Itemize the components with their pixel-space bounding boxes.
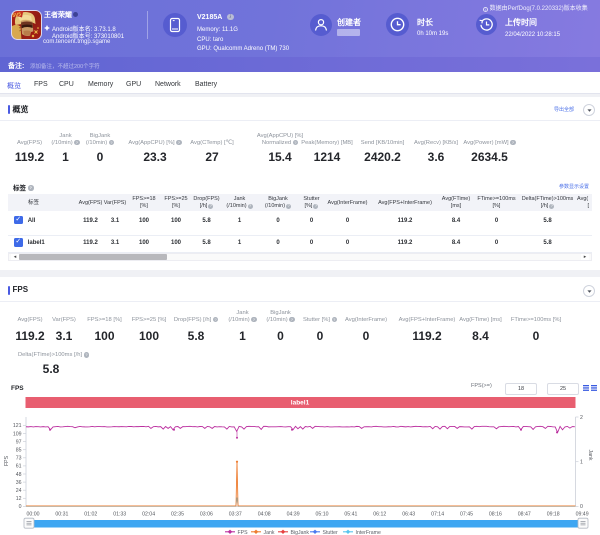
svg-text:03:06: 03:06 <box>200 512 213 518</box>
svg-text:02:04: 02:04 <box>142 512 155 518</box>
svg-text:121: 121 <box>13 423 22 429</box>
svg-text:0: 0 <box>580 504 583 510</box>
svg-text:0: 0 <box>19 504 22 510</box>
svg-text:00:00: 00:00 <box>27 512 40 518</box>
svg-text:12: 12 <box>16 496 22 502</box>
svg-text:05:10: 05:10 <box>316 512 329 518</box>
svg-text:06:12: 06:12 <box>373 512 386 518</box>
svg-text:00:31: 00:31 <box>55 512 68 518</box>
svg-text:109: 109 <box>13 431 22 437</box>
svg-text:09:18: 09:18 <box>547 512 560 518</box>
svg-text:04:08: 04:08 <box>258 512 271 518</box>
svg-text:1: 1 <box>580 460 583 466</box>
svg-text:Jank: Jank <box>587 450 593 461</box>
svg-text:05:41: 05:41 <box>344 512 357 518</box>
svg-text:61: 61 <box>16 464 22 470</box>
svg-text:09:49: 09:49 <box>576 512 589 518</box>
svg-text:01:33: 01:33 <box>113 512 126 518</box>
svg-text:FPS: FPS <box>238 530 249 535</box>
svg-text:85: 85 <box>16 448 22 454</box>
svg-text:08:47: 08:47 <box>518 512 531 518</box>
svg-text:24: 24 <box>16 488 22 494</box>
svg-text:07:45: 07:45 <box>460 512 473 518</box>
svg-text:01:02: 01:02 <box>84 512 97 518</box>
svg-text:48: 48 <box>16 472 22 478</box>
svg-text:06:43: 06:43 <box>402 512 415 518</box>
svg-text:Stutter: Stutter <box>323 530 339 535</box>
svg-text:FPS: FPS <box>4 455 10 466</box>
svg-text:03:37: 03:37 <box>229 512 242 518</box>
svg-text:08:16: 08:16 <box>489 512 502 518</box>
svg-text:36: 36 <box>16 480 22 486</box>
svg-text:label1: label1 <box>291 400 310 407</box>
svg-text:97: 97 <box>16 439 22 445</box>
svg-text:InterFrame: InterFrame <box>356 530 381 535</box>
svg-text:2: 2 <box>580 415 583 421</box>
svg-text:Jank: Jank <box>264 530 275 535</box>
svg-text:02:35: 02:35 <box>171 512 184 518</box>
svg-text:73: 73 <box>16 456 22 462</box>
svg-text:07:14: 07:14 <box>431 512 444 518</box>
svg-text:04:39: 04:39 <box>287 512 300 518</box>
svg-text:BigJank: BigJank <box>291 530 310 535</box>
